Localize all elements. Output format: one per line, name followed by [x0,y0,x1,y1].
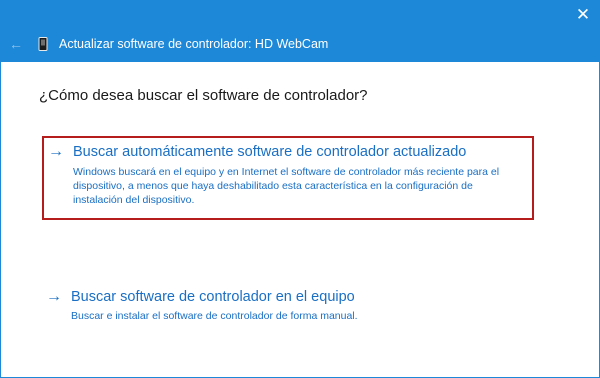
auto-search-option[interactable]: → Buscar automáticamente software de con… [42,136,534,220]
close-icon: ✕ [575,5,591,24]
dialog-content: ¿Cómo desea buscar el software de contro… [1,62,599,378]
manual-search-description: Buscar e instalar el software de control… [71,310,358,322]
auto-search-title[interactable]: Buscar automáticamente software de contr… [73,143,466,161]
auto-search-description: Windows buscará en el equipo y en Intern… [73,166,500,206]
window-title: Actualizar software de controlador: HD W… [59,37,329,51]
back-button[interactable]: ← [5,34,27,54]
back-arrow-icon: ← [9,36,23,52]
close-button[interactable]: ✕ [567,0,599,30]
title-bar: ✕ ← Actualizar software de controlador: … [1,0,599,62]
device-icon [38,37,48,51]
arrow-right-icon: → [46,288,62,305]
page-question: ¿Cómo desea buscar el software de contro… [39,87,368,104]
arrow-right-icon: → [48,143,64,160]
manual-search-option[interactable]: → Buscar software de controlador en el e… [42,284,534,324]
manual-search-title[interactable]: Buscar software de controlador en el equ… [71,288,355,306]
update-driver-dialog: ✕ ← Actualizar software de controlador: … [0,0,600,378]
